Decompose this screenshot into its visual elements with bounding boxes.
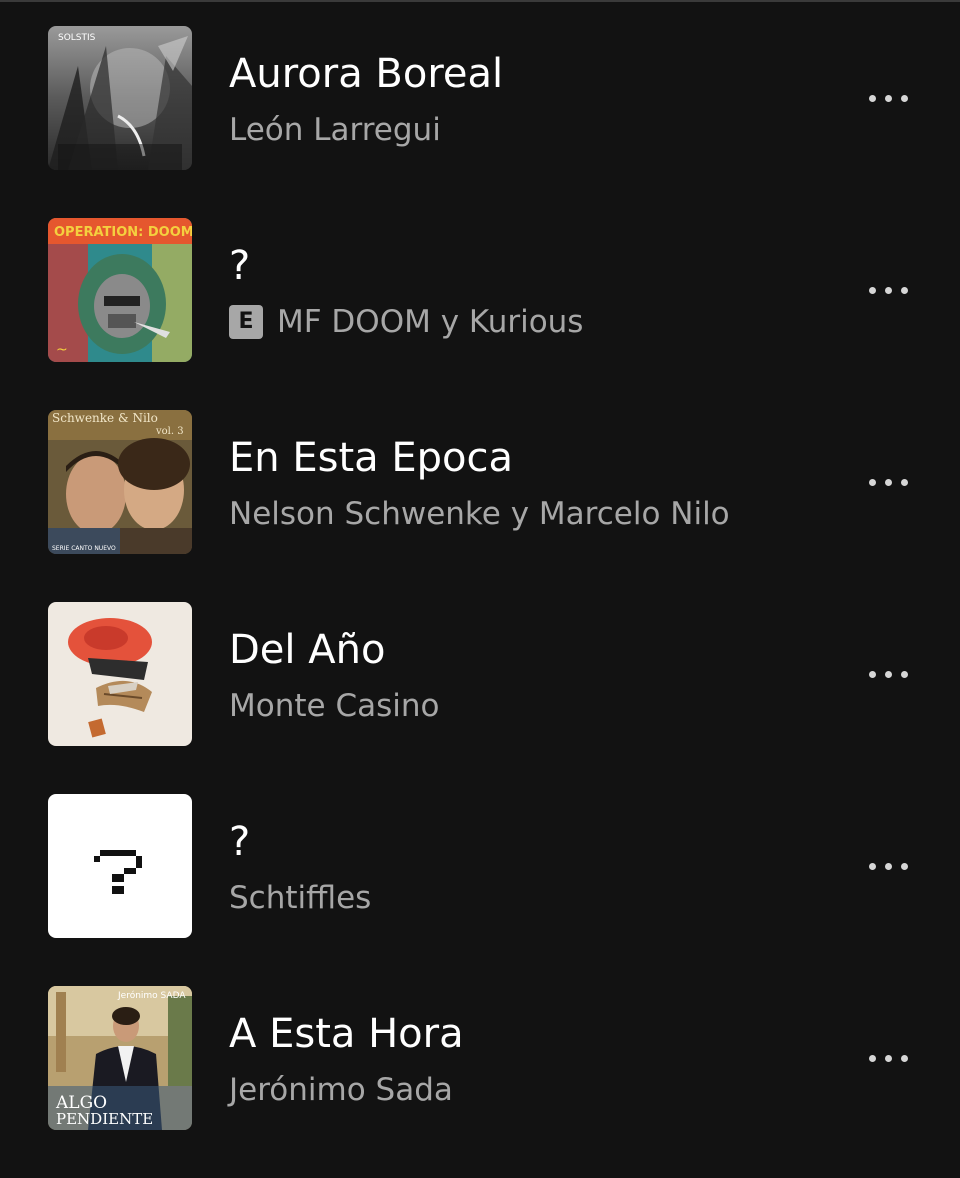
more-horizontal-icon [868, 94, 876, 102]
track-title: Del Año [229, 627, 386, 673]
more-dot [884, 94, 892, 102]
svg-text:OPERATION: DOOMSDAY: OPERATION: DOOMSDAY [54, 225, 192, 240]
track-row[interactable]: Jerónimo SADA ALGO PENDIENTE A Esta Hora… [0, 986, 960, 1178]
more-dot [900, 286, 908, 294]
track-subtitle: Monte Casino [229, 686, 439, 726]
track-artist: Schtiffles [229, 880, 372, 916]
svg-text:PENDIENTE: PENDIENTE [56, 1110, 153, 1128]
more-options-button[interactable] [856, 1038, 920, 1078]
more-options-button[interactable] [856, 270, 920, 310]
track-title: ? [229, 819, 251, 865]
track-artist: Monte Casino [229, 688, 440, 724]
track-row[interactable]: Schwenke & Nilo vol. 3 SERIE CANTO NUEVO… [0, 410, 960, 602]
track-artist: León Larregui [229, 112, 441, 148]
album-cover-algo-pendiente: Jerónimo SADA ALGO PENDIENTE [48, 986, 192, 1130]
more-dot [900, 94, 908, 102]
track-title: A Esta Hora [229, 1011, 464, 1057]
track-subtitle: León Larregui [229, 110, 441, 150]
track-title: Aurora Boreal [229, 51, 504, 97]
track-title: En Esta Epoca [229, 435, 514, 481]
album-cover-question-mark [48, 794, 192, 938]
track-row[interactable]: ? Schtiffles [0, 794, 960, 986]
album-cover-schwenke-nilo: Schwenke & Nilo vol. 3 SERIE CANTO NUEVO [48, 410, 192, 554]
more-horizontal-icon [868, 286, 876, 294]
track-artist: MF DOOM y Kurious [277, 304, 584, 340]
track-title: ? [229, 243, 251, 289]
album-cover-collage [48, 602, 192, 746]
more-dot [900, 862, 908, 870]
track-subtitle: Jerónimo Sada [229, 1070, 453, 1110]
more-dot [884, 862, 892, 870]
more-dot [900, 478, 908, 486]
track-list: SOLSTIS Aurora Boreal León Larregui OPER… [0, 26, 960, 1178]
more-dot [884, 286, 892, 294]
more-options-button[interactable] [856, 462, 920, 502]
svg-text:Jerónimo SADA: Jerónimo SADA [117, 990, 186, 1001]
svg-text:~: ~ [56, 342, 68, 358]
top-divider [0, 0, 960, 2]
more-options-button[interactable] [856, 78, 920, 118]
track-subtitle: Nelson Schwenke y Marcelo Nilo [229, 494, 730, 534]
track-subtitle: E MF DOOM y Kurious [229, 302, 583, 342]
more-dot [900, 670, 908, 678]
svg-text:SOLSTIS: SOLSTIS [58, 33, 96, 43]
more-horizontal-icon [868, 478, 876, 486]
track-row[interactable]: SOLSTIS Aurora Boreal León Larregui [0, 26, 960, 218]
svg-text:vol. 3: vol. 3 [155, 426, 184, 437]
track-artist: Jerónimo Sada [229, 1072, 453, 1108]
svg-text:Schwenke & Nilo: Schwenke & Nilo [52, 411, 158, 425]
track-artist: Nelson Schwenke y Marcelo Nilo [229, 496, 730, 532]
more-options-button[interactable] [856, 654, 920, 694]
more-options-button[interactable] [856, 846, 920, 886]
track-row[interactable]: Del Año Monte Casino [0, 602, 960, 794]
more-horizontal-icon [868, 670, 876, 678]
more-horizontal-icon [868, 1054, 876, 1062]
more-horizontal-icon [868, 862, 876, 870]
more-dot [900, 1054, 908, 1062]
track-subtitle: Schtiffles [229, 878, 371, 918]
album-cover-operation-doomsday: OPERATION: DOOMSDAY ~ [48, 218, 192, 362]
explicit-badge: E [229, 305, 263, 339]
more-dot [884, 478, 892, 486]
more-dot [884, 1054, 892, 1062]
album-cover-solstis: SOLSTIS [48, 26, 192, 170]
svg-text:SERIE CANTO NUEVO: SERIE CANTO NUEVO [52, 545, 116, 552]
more-dot [884, 670, 892, 678]
track-row[interactable]: OPERATION: DOOMSDAY ~ ? E MF DOOM y Kuri… [0, 218, 960, 410]
